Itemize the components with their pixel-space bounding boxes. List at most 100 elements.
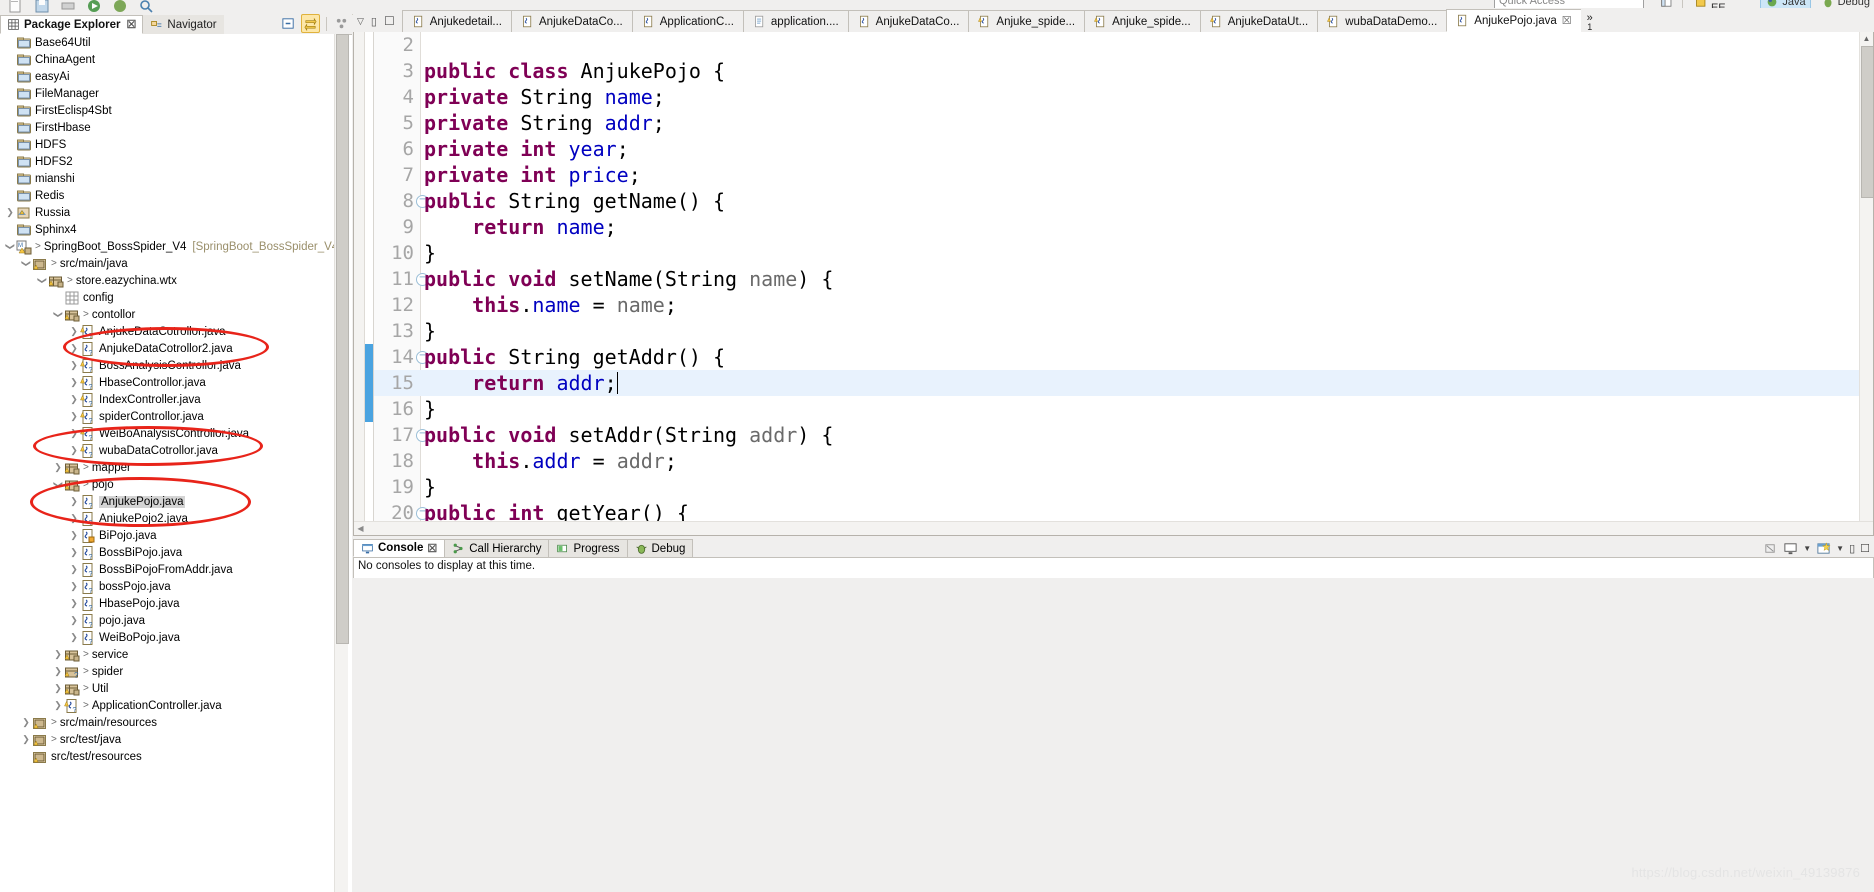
tree-item[interactable]: FirstEclisp4Sbt [0,102,344,119]
code-line[interactable]: 5 private String addr; [374,110,1873,136]
code-line[interactable]: 9 return name; [374,214,1873,240]
tree-item[interactable]: ❯ M > SpringBoot_BossSpider_V4 [SpringBoot_B… [0,238,344,255]
new-icon[interactable] [8,0,24,14]
chevron-right-icon[interactable]: ❯ [68,394,80,405]
tree-item[interactable]: easyAi [0,68,344,85]
maximize-icon[interactable]: ☐ [384,14,395,28]
chevron-right-icon[interactable]: ❯ [68,343,80,354]
display-selected-console-dropdown-icon[interactable]: ▼ [1803,544,1811,553]
editor-horizontal-scrollbar[interactable]: ◀ [354,521,1873,535]
chevron-right-icon[interactable]: ❯ [20,734,32,745]
editor-tab[interactable]: AnjukePojo.java ☒ [1446,9,1581,32]
scrollbar-thumb[interactable] [1861,46,1873,198]
code-line[interactable]: 15 return addr; [374,370,1873,396]
clear-console-icon[interactable] [1763,541,1778,556]
chevron-down-icon[interactable]: ❯ [53,309,64,321]
tree-item[interactable]: Base64Util [0,34,344,51]
tree-item[interactable]: ❯ > Util [0,680,344,697]
chevron-right-icon[interactable]: ❯ [68,547,80,558]
chevron-right-icon[interactable]: ❯ [68,513,80,524]
tree-item[interactable]: src/test/resources [0,748,344,765]
editor-tab[interactable]: Anjukedetail... [401,10,512,32]
tree-item[interactable]: ❯? WeiBoPojo.java [0,629,344,646]
scrollbar-thumb[interactable] [336,34,349,644]
code-line[interactable]: 7 private int price; [374,162,1873,188]
chevron-down-icon[interactable]: ❯ [37,275,48,287]
console-tab[interactable]: Call Hierarchy [444,539,550,557]
tree-item[interactable]: HDFS [0,136,344,153]
tree-item[interactable]: ❯? HbasePojo.java [0,595,344,612]
chevron-right-icon[interactable]: ❯ [68,598,80,609]
chevron-right-icon[interactable]: ❯ [4,207,16,218]
chevron-right-icon[interactable]: ❯ [68,632,80,643]
chevron-right-icon[interactable]: ❯ [68,445,80,456]
tree-item[interactable]: ❯? AnjukeDataCotrollor2.java [0,340,344,357]
chevron-right-icon[interactable]: ❯ [68,564,80,575]
chevron-right-icon[interactable]: ❯ [68,530,80,541]
tab-package-explorer[interactable]: Package Explorer ☒ [0,15,144,34]
editor-tab[interactable]: Anjuke_spide... [1084,10,1201,32]
chevron-down-icon[interactable]: ❯ [21,258,32,270]
chevron-right-icon[interactable]: ❯ [20,717,32,728]
code-line[interactable]: 11 ─ public void setName(String name) { [374,266,1873,292]
open-console-dropdown-icon[interactable]: ▼ [1836,544,1844,553]
tree-item[interactable]: ❯ > contollor [0,306,344,323]
tree-item[interactable]: mianshi [0,170,344,187]
tree-item[interactable]: ❯? AnjukePojo.java [0,493,344,510]
tree-item[interactable]: ❯? > ApplicationController.java [0,697,344,714]
tab-navigator[interactable]: Navigator [143,15,224,34]
code-line[interactable]: 10} [374,240,1873,266]
tree-item[interactable]: ❯? bossPojo.java [0,578,344,595]
console-tab[interactable]: Console ☒ [353,539,446,557]
run-icon[interactable] [86,0,102,14]
console-tab[interactable]: Progress [548,539,628,557]
tree-item[interactable]: ❯? spiderControllor.java [0,408,344,425]
close-icon[interactable]: ☒ [427,542,437,555]
code-line[interactable]: 4 private String name; [374,84,1873,110]
tree-item[interactable]: ChinaAgent [0,51,344,68]
tree-item[interactable]: ❯? wubaDataCotrollor.java [0,442,344,459]
save-icon[interactable] [34,0,50,14]
tree-item[interactable]: ❯ > pojo [0,476,344,493]
code-line[interactable]: 6 private int year; [374,136,1873,162]
code-line[interactable]: 3 public class AnjukePojo { [374,58,1873,84]
chevron-down-icon[interactable]: ❯ [5,241,16,253]
chevron-right-icon[interactable]: ❯ [68,581,80,592]
editor-tab-overflow[interactable]: » 1 [1581,13,1599,32]
chevron-right-icon[interactable]: ❯ [52,462,64,473]
editor-tab-list[interactable]: Anjukedetail... AnjukeDataCo... Applicatio… [401,8,1581,32]
editor-tab[interactable]: ApplicationC... [631,10,744,32]
editor-text-area[interactable]: 2 3 public class AnjukePojo {4 private Stri… [374,32,1873,535]
tree-item[interactable]: HDFS2 [0,153,344,170]
chevron-right-icon[interactable]: ❯ [52,649,64,660]
link-with-editor-icon[interactable] [301,14,320,33]
tree-item[interactable]: ❯? BossAnalysisControllor.java [0,357,344,374]
tree-item[interactable]: ❯ Russia [0,204,344,221]
code-line[interactable]: 18 this.addr = addr; [374,448,1873,474]
code-line[interactable]: 17 ─ public void setAddr(String addr) { [374,422,1873,448]
tree-item[interactable]: ❯? AnjukeDataCotrollor.java [0,323,344,340]
tree-item[interactable]: ❯? BossBiPojoFromAddr.java [0,561,344,578]
search-icon[interactable] [138,0,154,14]
tree-item[interactable]: ❯? > spider [0,663,344,680]
chevron-right-icon[interactable]: ❯ [68,411,80,422]
chevron-right-icon[interactable]: ❯ [68,326,80,337]
chevron-right-icon[interactable]: ❯ [68,496,80,507]
tree-item[interactable]: ❯ > src/test/java [0,731,344,748]
editor-tab[interactable]: AnjukeDataUt... [1199,10,1319,32]
close-icon[interactable]: ☒ [1562,14,1572,27]
view-menu-icon[interactable] [333,15,350,32]
console-minimize-icon[interactable]: ▯ [1849,542,1855,555]
editor-tab[interactable]: AnjukeDataCo... [847,10,970,32]
console-tab[interactable]: Debug [626,539,694,557]
tree-item[interactable]: ❯? WeiBoAnalysisControllor.java [0,425,344,442]
chevron-right-icon[interactable]: ❯ [68,428,80,439]
tree-item[interactable]: ❯ > src/main/resources [0,714,344,731]
code-line[interactable]: 8 ─ public String getName() { [374,188,1873,214]
tree-item[interactable]: Redis [0,187,344,204]
code-line[interactable]: 19} [374,474,1873,500]
editor-tab[interactable]: application.... [742,10,849,32]
editor-tab[interactable]: AnjukeDataCo... [511,10,633,32]
print-icon[interactable] [60,0,76,14]
code-line[interactable]: 13} [374,318,1873,344]
